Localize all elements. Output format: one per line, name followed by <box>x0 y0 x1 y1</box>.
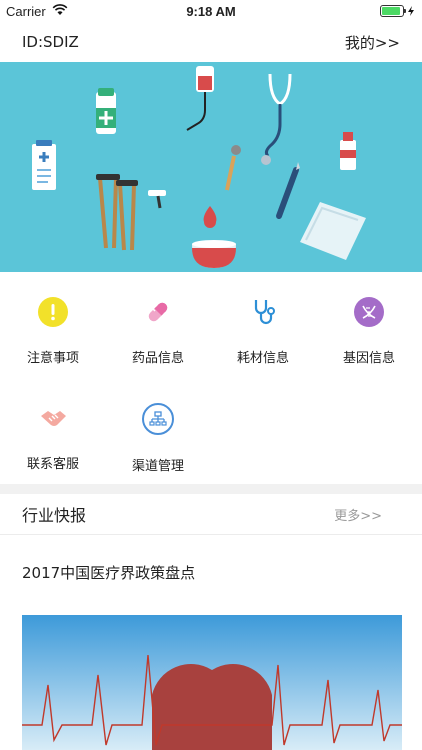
clipboard-icon <box>32 140 56 190</box>
article-title[interactable]: 2017中国医疗界政策盘点 <box>22 562 195 583</box>
dental-mirror-icon <box>225 145 241 191</box>
exclamation-icon <box>38 297 68 327</box>
handshake-icon <box>38 403 68 433</box>
battery-icon <box>380 5 406 17</box>
news-section-title: 行业快报 <box>22 506 87 525</box>
category-channels[interactable]: 渠道管理 <box>118 403 198 474</box>
status-bar: Carrier 9:18 AM <box>0 0 422 22</box>
more-link[interactable]: 更多>> <box>334 505 422 524</box>
section-divider <box>0 484 422 494</box>
wifi-icon <box>52 3 68 19</box>
mine-link[interactable]: 我的>> <box>345 32 422 53</box>
category-label: 联系客服 <box>26 457 79 472</box>
charging-icon <box>408 4 414 19</box>
category-label: 注意事项 <box>26 351 79 366</box>
pill-icon <box>143 297 173 327</box>
user-id-label: ID:SDIZ <box>22 33 79 51</box>
nav-bar: ID:SDIZ 我的>> <box>0 22 422 62</box>
category-support[interactable]: 联系客服 <box>13 403 93 472</box>
org-chart-icon <box>142 403 174 435</box>
scalpel-icon <box>276 162 300 219</box>
category-genes[interactable]: 基因信息 <box>329 297 409 366</box>
category-notes[interactable]: 注意事项 <box>13 297 93 366</box>
category-label: 基因信息 <box>342 351 395 366</box>
iv-bag-icon <box>186 66 214 131</box>
heart-pulse-illustration <box>22 615 402 750</box>
banner-image[interactable] <box>0 62 422 272</box>
category-label: 渠道管理 <box>131 459 184 474</box>
dna-icon <box>354 297 384 327</box>
crutches-icon <box>96 174 138 251</box>
blood-drop-icon <box>203 206 217 228</box>
carrier-label: Carrier <box>6 3 46 19</box>
news-header: 行业快报 更多>> <box>0 494 422 535</box>
category-label: 药品信息 <box>131 351 184 366</box>
ointment-tube-icon <box>96 88 116 134</box>
category-drugs[interactable]: 药品信息 <box>118 297 198 366</box>
category-label: 耗材信息 <box>236 351 289 366</box>
medical-supplies-illustration <box>32 66 366 268</box>
gauze-pack-icon <box>300 202 366 260</box>
reflex-hammer-icon <box>148 190 166 209</box>
stethoscope-icon <box>248 297 278 327</box>
spray-bottle-icon <box>340 132 356 170</box>
category-supplies[interactable]: 耗材信息 <box>223 297 303 366</box>
bowl-icon <box>192 240 236 268</box>
stethoscope-icon <box>261 73 292 165</box>
article-image[interactable] <box>22 615 402 750</box>
